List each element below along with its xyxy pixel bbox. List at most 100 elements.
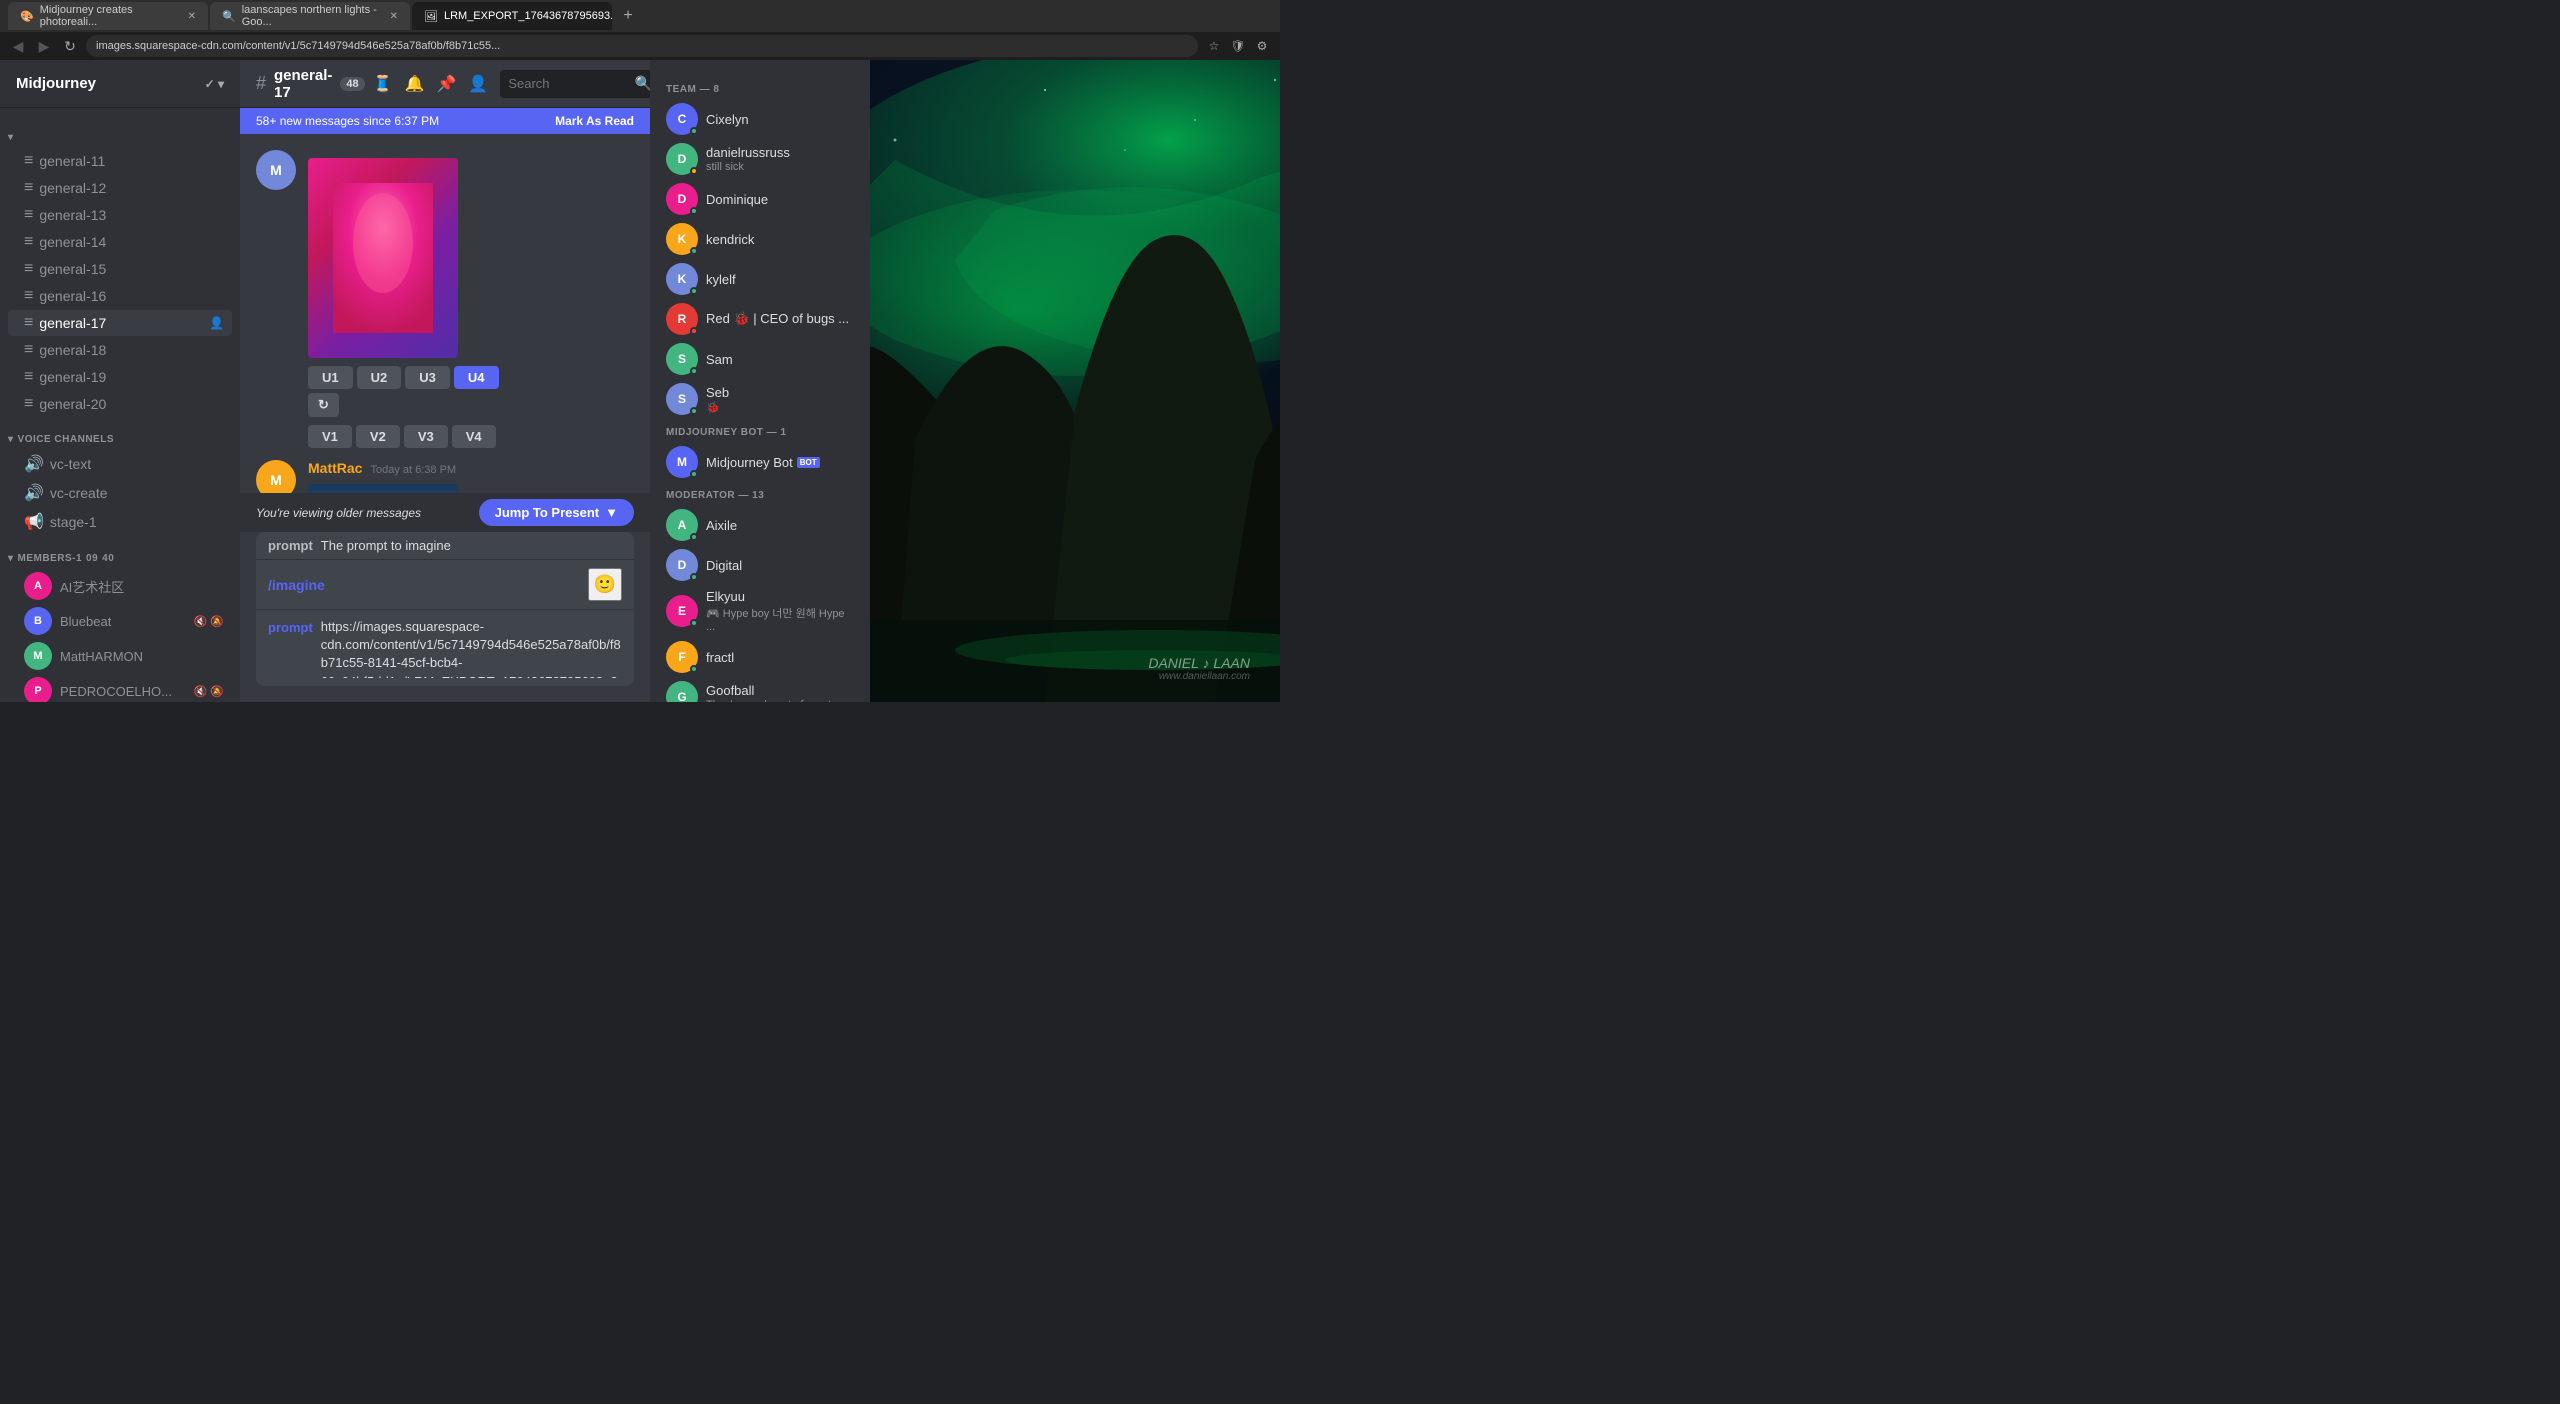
member-aixile[interactable]: A Aixile [658,505,862,545]
member-digital[interactable]: D Digital [658,545,862,585]
members-1-category[interactable]: ▾ members-1 0940 [0,537,240,568]
v2-button[interactable]: V2 [356,425,400,448]
speaker-icon: 🔊 [24,483,44,503]
refresh-button[interactable]: ↻ [308,393,339,417]
member-kendrick[interactable]: K kendrick [658,219,862,259]
bookmark-icon[interactable]: ☆ [1204,36,1224,56]
member-row-avatar: K [666,263,698,295]
member-row-status: They're made out of meat. [706,699,834,702]
channel-general-17[interactable]: ≡ general-17 👤 [8,310,232,336]
refresh-row: ↻ [308,393,634,417]
member-sam[interactable]: S Sam [658,339,862,379]
channel-general-20[interactable]: ≡ general-20 [8,391,232,417]
channel-vc-text[interactable]: 🔊 vc-text [8,450,232,478]
channel-vc-create[interactable]: 🔊 vc-create [8,479,232,507]
member-seb[interactable]: S Seb 🐞 [658,379,862,419]
channel-stage-1[interactable]: 📢 stage-1 [8,508,232,536]
member-row-name: Cixelyn [706,112,854,127]
member-dominique[interactable]: D Dominique [658,179,862,219]
aurora-svg [870,60,1280,702]
channel-general-16[interactable]: ≡ general-16 [8,283,232,309]
member-row-avatar: R [666,303,698,335]
server-name: Midjourney [16,75,96,92]
channel-name: stage-1 [50,514,224,530]
u3-button[interactable]: U3 [405,366,450,389]
notification-bar: 58+ new messages since 6:37 PM Mark As R… [240,108,650,134]
v-buttons-row: V1 V2 V3 V4 [308,425,634,448]
v4-button[interactable]: V4 [452,425,496,448]
hash-icon: ≡ [24,395,33,413]
team-category: TEAM — 8 [658,76,862,99]
u1-button[interactable]: U1 [308,366,353,389]
emoji-button[interactable]: 🙂 [588,568,622,601]
channel-general-13[interactable]: ≡ general-13 [8,202,232,228]
member-pedrocoelho[interactable]: P PEDROCOELHO... 🔇 🔕 [8,674,232,702]
message-author: MattRac [308,460,362,476]
aurora-image [870,60,1280,702]
member-goofball[interactable]: G Goofball They're made out of meat. [658,677,862,702]
status-dot [690,287,698,295]
prompt-textarea[interactable]: https://images.squarespace-cdn.com/conte… [321,618,622,678]
member-row-name: Seb [706,385,729,400]
member-icons: 🔇 🔕 [194,685,224,698]
member-red-ceo[interactable]: R Red 🐞 | CEO of bugs ... [658,299,862,339]
member-bluebeat[interactable]: B Bluebeat 🔇 🔕 [8,604,232,638]
channel-general-15[interactable]: ≡ general-15 [8,256,232,282]
refresh-button[interactable]: ↻ [60,36,80,56]
channel-general-14[interactable]: ≡ general-14 [8,229,232,255]
input-area: prompt The prompt to imagine /imagine 🙂 … [240,532,650,702]
member-danielruss[interactable]: D danielrussruss still sick [658,139,862,179]
member-avatar: B [24,607,52,635]
channel-name: general-18 [39,342,224,358]
address-bar[interactable]: images.squarespace-cdn.com/content/v1/5c… [86,35,1198,57]
member-fractl[interactable]: F fractl [658,637,862,677]
pin-icon[interactable]: 📌 [436,74,456,94]
message-avatar: M [256,150,296,190]
member-row-name: danielrussruss [706,145,790,160]
channel-general-19[interactable]: ≡ general-19 [8,364,232,390]
member-icons: 🔇 🔕 [194,615,224,628]
shield-icon[interactable]: 🛡 [1228,36,1248,56]
member-mattharmon[interactable]: M MattHARMON [8,639,232,673]
back-button[interactable]: ◀ [8,36,28,56]
tab-2[interactable]: 🔍 laanscapes northern lights - Goo... ✕ [210,2,410,30]
v3-button[interactable]: V3 [404,425,448,448]
member-elkyuu[interactable]: E Elkyuu 🎮 Hype boy 너만 원해 Hype ... [658,585,862,637]
new-tab-button[interactable]: + [614,2,642,30]
u4-button[interactable]: U4 [454,366,499,389]
members-icon[interactable]: 👤 [468,74,488,94]
thread-icon[interactable]: 🧵 [373,74,393,94]
notification-icon[interactable]: 🔔 [405,74,425,94]
moderator-category: MODERATOR — 13 [658,482,862,505]
member-row-avatar: S [666,343,698,375]
extensions-icon[interactable]: ⚙ [1252,36,1272,56]
server-header[interactable]: Midjourney ✓ ▾ [0,60,240,108]
channel-general-11[interactable]: ≡ general-11 [8,148,232,174]
search-input[interactable] [508,76,629,91]
member-ai[interactable]: A AI艺术社区 [8,569,232,603]
v1-button[interactable]: V1 [308,425,352,448]
input-box: /imagine 🙂 prompt https://images.squares… [256,560,634,686]
channel-name: general-20 [39,396,224,412]
voice-channels-category[interactable]: ▾ VOICE CHANNELS [0,418,240,449]
nav-bar: ◀ ▶ ↻ images.squarespace-cdn.com/content… [0,32,1280,60]
channel-general-18[interactable]: ≡ general-18 [8,337,232,363]
input-text-row: prompt https://images.squarespace-cdn.co… [256,610,634,686]
member-kylelf[interactable]: K kylelf [658,259,862,299]
search-box[interactable]: 🔍 [500,70,660,98]
jump-to-present-button[interactable]: Jump To Present ▼ [479,499,634,526]
member-row-avatar: C [666,103,698,135]
chevron-down-icon: ▼ [605,505,618,520]
channel-general-12[interactable]: ≡ general-12 [8,175,232,201]
tab-1-close[interactable]: ✕ [188,11,196,22]
tab-2-close[interactable]: ✕ [390,11,398,22]
mark-as-read-button[interactable]: Mark As Read [555,114,634,128]
text-channels-category[interactable]: ▾ [0,116,240,147]
collapse-icon: ▾ [8,434,14,445]
u2-button[interactable]: U2 [357,366,402,389]
forward-button[interactable]: ▶ [34,36,54,56]
tab-3[interactable]: 🖼 LRM_EXPORT_17643678795693... ✕ [412,2,612,30]
member-cixelyn[interactable]: C Cixelyn [658,99,862,139]
member-midjourney-bot[interactable]: M Midjourney Bot BOT [658,442,862,482]
tab-1[interactable]: 🎨 Midjourney creates photoreali... ✕ [8,2,208,30]
